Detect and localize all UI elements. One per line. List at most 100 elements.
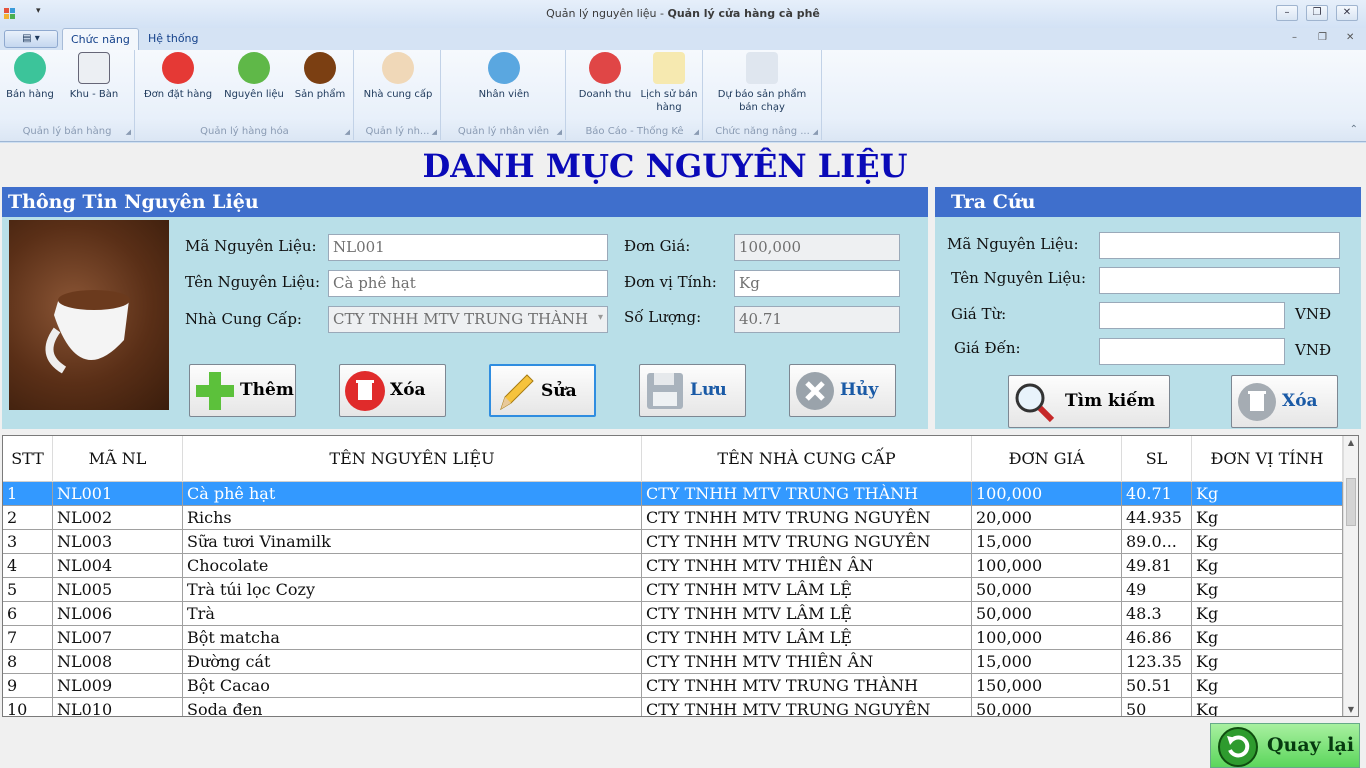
column-header-stt[interactable]: STT xyxy=(3,436,53,482)
group-launcher-icon[interactable]: ◢ xyxy=(345,128,350,136)
cell-ten-nha-cung-cap[interactable]: CTY TNHH MTV TRUNG NGUYÊN xyxy=(642,698,972,716)
cell-ten-nguyen-lieu[interactable]: Bột matcha xyxy=(183,626,642,650)
name-input[interactable]: Cà phê hạt xyxy=(328,270,608,297)
cell-don-gia[interactable]: 150,000 xyxy=(972,674,1122,698)
cell-don-vi-tinh[interactable]: Kg xyxy=(1192,674,1343,698)
table-row[interactable]: 10 NL010 Soda đen CTY TNHH MTV TRUNG NGUYÊN… xyxy=(3,698,1343,716)
unit-input[interactable]: Kg xyxy=(734,270,900,297)
cell-don-gia[interactable]: 50,000 xyxy=(972,578,1122,602)
search-code-input[interactable] xyxy=(1099,232,1340,259)
cell-don-gia[interactable]: 20,000 xyxy=(972,506,1122,530)
cell-ma-nl[interactable]: NL008 xyxy=(53,650,183,674)
cell-ten-nguyen-lieu[interactable]: Trà xyxy=(183,602,642,626)
cell-stt[interactable]: 7 xyxy=(3,626,53,650)
cell-stt[interactable]: 9 xyxy=(3,674,53,698)
cell-ten-nguyen-lieu[interactable]: Đường cát xyxy=(183,650,642,674)
cell-don-vi-tinh[interactable]: Kg xyxy=(1192,506,1343,530)
table-row[interactable]: 1 NL001 Cà phê hạt CTY TNHH MTV TRUNG THÀNH… xyxy=(3,482,1343,506)
cell-don-gia[interactable]: 100,000 xyxy=(972,554,1122,578)
cell-ma-nl[interactable]: NL006 xyxy=(53,602,183,626)
cell-ma-nl[interactable]: NL001 xyxy=(53,482,183,506)
cell-ten-nguyen-lieu[interactable]: Bột Cacao xyxy=(183,674,642,698)
cell-don-vi-tinh[interactable]: Kg xyxy=(1192,578,1343,602)
cell-don-vi-tinh[interactable]: Kg xyxy=(1192,650,1343,674)
group-launcher-icon[interactable]: ◢ xyxy=(694,128,699,136)
cell-stt[interactable]: 6 xyxy=(3,602,53,626)
code-input[interactable]: NL001 xyxy=(328,234,608,261)
cell-sl[interactable]: 49.81 xyxy=(1122,554,1192,578)
san-pham-button[interactable]: Sản phẩm xyxy=(292,52,348,101)
cell-stt[interactable]: 1 xyxy=(3,482,53,506)
restore-button[interactable]: ❐ xyxy=(1306,5,1328,21)
cell-sl[interactable]: 40.71 xyxy=(1122,482,1192,506)
cell-don-vi-tinh[interactable]: Kg xyxy=(1192,530,1343,554)
group-launcher-icon[interactable]: ◢ xyxy=(557,128,562,136)
cell-don-vi-tinh[interactable]: Kg xyxy=(1192,626,1343,650)
cell-ten-nha-cung-cap[interactable]: CTY TNHH MTV LÂM LỆ xyxy=(642,626,972,650)
minimize-button[interactable]: – xyxy=(1276,5,1298,21)
column-header-ten-nguyen-lieu[interactable]: TÊN NGUYÊN LIỆU xyxy=(183,436,642,482)
cancel-button[interactable]: Hủy xyxy=(789,364,896,417)
cell-ten-nha-cung-cap[interactable]: CTY TNHH MTV TRUNG THÀNH xyxy=(642,482,972,506)
table-row[interactable]: 8 NL008 Đường cát CTY TNHH MTV THIÊN ÂN 15,0… xyxy=(3,650,1343,674)
doanh-thu-button[interactable]: Doanh thu xyxy=(575,52,635,101)
lich-su-ban-hang-button[interactable]: Lịch sử bán hàng xyxy=(639,52,699,114)
cell-stt[interactable]: 8 xyxy=(3,650,53,674)
cell-don-gia[interactable]: 50,000 xyxy=(972,602,1122,626)
cell-ma-nl[interactable]: NL009 xyxy=(53,674,183,698)
collapse-ribbon-icon[interactable]: ⌃ xyxy=(1350,124,1358,135)
nguyen-lieu-button[interactable]: Nguyên liệu xyxy=(222,52,286,101)
cell-don-gia[interactable]: 100,000 xyxy=(972,626,1122,650)
cell-ma-nl[interactable]: NL005 xyxy=(53,578,183,602)
cell-ten-nha-cung-cap[interactable]: CTY TNHH MTV TRUNG THÀNH xyxy=(642,674,972,698)
delete-button[interactable]: Xóa xyxy=(339,364,446,417)
column-header-ma-nl[interactable]: MÃ NL xyxy=(53,436,183,482)
cell-don-vi-tinh[interactable]: Kg xyxy=(1192,482,1343,506)
cell-don-gia[interactable]: 50,000 xyxy=(972,698,1122,716)
search-button[interactable]: Tìm kiếm xyxy=(1008,375,1170,428)
don-dat-hang-button[interactable]: Đơn đặt hàng xyxy=(142,52,214,101)
mdi-minimize-button[interactable]: – xyxy=(1292,32,1297,43)
cell-sl[interactable]: 123.35 xyxy=(1122,650,1192,674)
scroll-thumb[interactable] xyxy=(1346,478,1356,526)
cell-stt[interactable]: 2 xyxy=(3,506,53,530)
group-launcher-icon[interactable]: ◢ xyxy=(126,128,131,136)
cell-ten-nha-cung-cap[interactable]: CTY TNHH MTV LÂM LỆ xyxy=(642,602,972,626)
cell-stt[interactable]: 4 xyxy=(3,554,53,578)
cell-stt[interactable]: 3 xyxy=(3,530,53,554)
search-name-input[interactable] xyxy=(1099,267,1340,294)
scroll-down-icon[interactable]: ▼ xyxy=(1344,705,1358,714)
scroll-up-icon[interactable]: ▲ xyxy=(1344,438,1358,447)
table-row[interactable]: 7 NL007 Bột matcha CTY TNHH MTV LÂM LỆ 100,0… xyxy=(3,626,1343,650)
cell-sl[interactable]: 50 xyxy=(1122,698,1192,716)
price-to-input[interactable] xyxy=(1099,338,1285,365)
cell-stt[interactable]: 10 xyxy=(3,698,53,716)
cell-ten-nguyen-lieu[interactable]: Soda đen xyxy=(183,698,642,716)
tab-he-thong[interactable]: Hệ thống xyxy=(140,28,207,50)
cell-ten-nha-cung-cap[interactable]: CTY TNHH MTV THIÊN ÂN xyxy=(642,554,972,578)
cell-sl[interactable]: 50.51 xyxy=(1122,674,1192,698)
cell-don-vi-tinh[interactable]: Kg xyxy=(1192,554,1343,578)
cell-ten-nguyen-lieu[interactable]: Sữa tươi Vinamilk xyxy=(183,530,642,554)
cell-ten-nguyen-lieu[interactable]: Chocolate xyxy=(183,554,642,578)
cell-don-vi-tinh[interactable]: Kg xyxy=(1192,602,1343,626)
cell-sl[interactable]: 49 xyxy=(1122,578,1192,602)
close-button[interactable]: ✕ xyxy=(1336,5,1358,21)
cell-ma-nl[interactable]: NL002 xyxy=(53,506,183,530)
price-input[interactable]: 100,000 xyxy=(734,234,900,261)
table-row[interactable]: 2 NL002 Richs CTY TNHH MTV TRUNG NGUYÊN 20,0… xyxy=(3,506,1343,530)
cell-sl[interactable]: 46.86 xyxy=(1122,626,1192,650)
quantity-input[interactable]: 40.71 xyxy=(734,306,900,333)
column-header-sl[interactable]: SL xyxy=(1122,436,1192,482)
cell-ma-nl[interactable]: NL007 xyxy=(53,626,183,650)
cell-don-gia[interactable]: 100,000 xyxy=(972,482,1122,506)
clear-search-button[interactable]: Xóa xyxy=(1231,375,1338,428)
cell-ten-nguyen-lieu[interactable]: Trà túi lọc Cozy xyxy=(183,578,642,602)
cell-ma-nl[interactable]: NL010 xyxy=(53,698,183,716)
table-row[interactable]: 9 NL009 Bột Cacao CTY TNHH MTV TRUNG THÀNH 1… xyxy=(3,674,1343,698)
mdi-restore-button[interactable]: ❐ xyxy=(1318,32,1327,43)
cell-don-gia[interactable]: 15,000 xyxy=(972,650,1122,674)
du-bao-button[interactable]: Dự báo sản phẩm bán chạy xyxy=(712,52,812,114)
group-launcher-icon[interactable]: ◢ xyxy=(813,128,818,136)
column-header-ten-nha-cung-cap[interactable]: TÊN NHÀ CUNG CẤP xyxy=(642,436,972,482)
